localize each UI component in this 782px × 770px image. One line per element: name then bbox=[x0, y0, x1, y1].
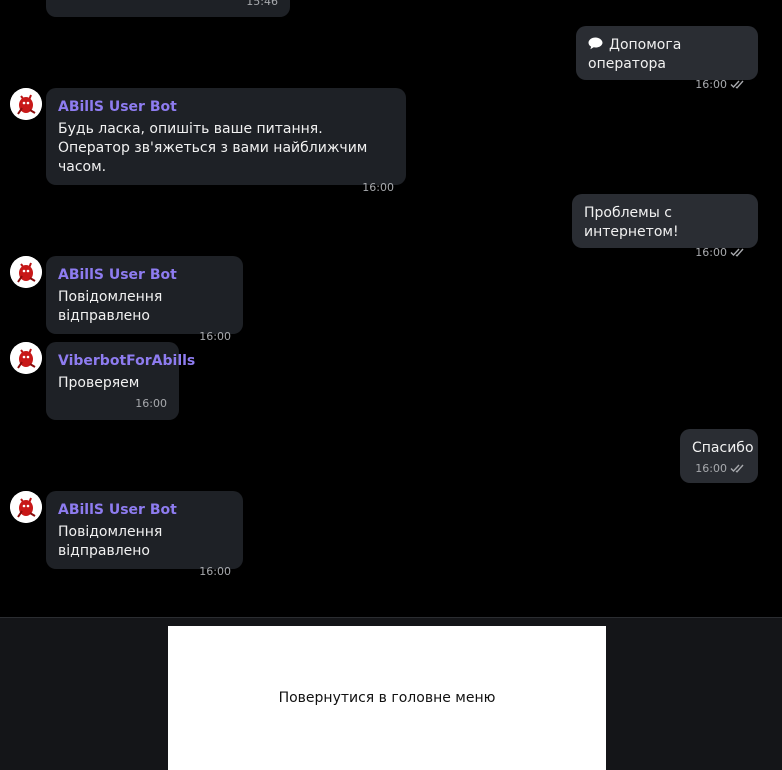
message-text: Допомога оператора bbox=[588, 37, 682, 72]
message-time: 16:00 bbox=[199, 565, 231, 578]
message-time: 16:00 bbox=[362, 181, 394, 194]
devil-mascot-icon bbox=[10, 342, 42, 374]
message-time: 16:00 bbox=[695, 246, 727, 259]
sender-name[interactable]: ViberbotForAbills bbox=[58, 352, 195, 370]
sender-name[interactable]: ABillS User Bot bbox=[58, 266, 231, 284]
message-bubble-incoming: ABillS User Bot Повідомлення відправлено… bbox=[46, 256, 243, 343]
double-check-icon bbox=[730, 80, 744, 89]
message-text: Проблемы с интернетом! bbox=[584, 205, 679, 240]
message-time: 16:00 bbox=[695, 462, 727, 475]
devil-mascot-icon bbox=[10, 256, 42, 288]
message-bubble-incoming: ViberbotForAbills Проверяем 16:00 bbox=[46, 342, 195, 420]
sender-name[interactable]: ABillS User Bot bbox=[58, 98, 394, 116]
message-bubble-outgoing: Спасибо 16:00 bbox=[680, 429, 758, 483]
keyboard-bar: Повернутися в головне меню bbox=[0, 617, 782, 770]
speech-bubble-icon bbox=[588, 37, 603, 50]
message-text: Повідомлення відправлено bbox=[58, 524, 163, 559]
double-check-icon bbox=[730, 464, 744, 473]
message-text: Повідомлення відправлено bbox=[58, 289, 163, 324]
chat-area[interactable]: 15:46 Допомога оператора 16:00 ABillS Us… bbox=[0, 0, 782, 617]
message-meta: 16:00 bbox=[588, 78, 746, 92]
message-meta: 16:00 bbox=[584, 246, 746, 260]
message-bubble-outgoing: Проблемы с интернетом! 16:00 bbox=[572, 194, 758, 259]
back-to-main-menu-button[interactable]: Повернутися в головне меню bbox=[168, 626, 606, 770]
message-time: 16:00 bbox=[135, 397, 167, 410]
message-bubble-outgoing: Допомога оператора 16:00 bbox=[576, 26, 758, 91]
message-time: 16:00 bbox=[695, 78, 727, 91]
message-text: Спасибо bbox=[692, 440, 754, 456]
message-text: Будь ласка, опишіть ваше питання. Операт… bbox=[58, 121, 368, 175]
message-bubble-incoming: ABillS User Bot Будь ласка, опишіть ваше… bbox=[46, 88, 406, 194]
devil-mascot-icon bbox=[10, 491, 42, 523]
message-time: 15:46 bbox=[246, 0, 278, 8]
bot-avatar[interactable] bbox=[10, 342, 42, 374]
message-meta: 16:00 bbox=[692, 462, 746, 476]
devil-mascot-icon bbox=[10, 88, 42, 120]
message-text: Проверяем bbox=[58, 375, 140, 391]
bot-avatar[interactable] bbox=[10, 256, 42, 288]
message-bubble-incoming: ABillS User Bot Повідомлення відправлено… bbox=[46, 491, 243, 578]
message-bubble-partial: 15:46 bbox=[46, 0, 290, 17]
bot-avatar[interactable] bbox=[10, 88, 42, 120]
double-check-icon bbox=[730, 248, 744, 257]
bot-avatar[interactable] bbox=[10, 491, 42, 523]
sender-name[interactable]: ABillS User Bot bbox=[58, 501, 231, 519]
